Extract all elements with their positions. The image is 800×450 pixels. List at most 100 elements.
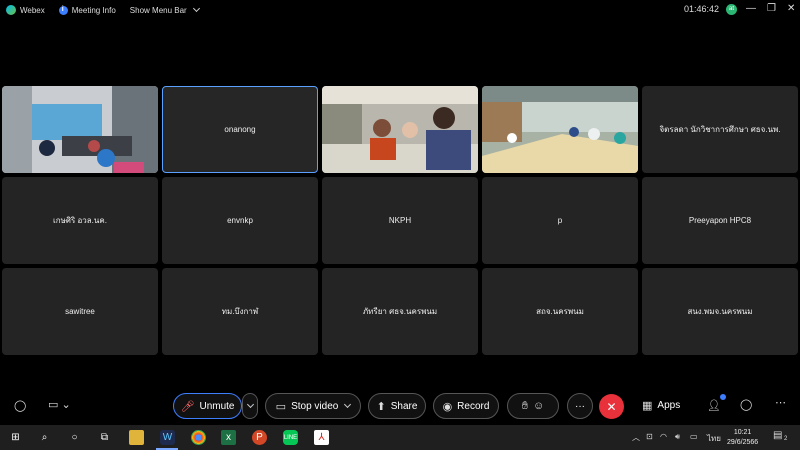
stop-video-label: Stop video <box>291 400 339 412</box>
chrome-icon[interactable] <box>191 430 206 445</box>
close-icon: ✕ <box>606 399 617 414</box>
participant-tile-nkph[interactable]: NKPH <box>322 177 478 264</box>
apps-grid-icon: ▦ <box>642 400 653 412</box>
chevron-down-icon <box>344 400 352 409</box>
line-icon[interactable]: LINE <box>283 430 298 445</box>
participant-name: ภัทรียา ศธจ.นครพนม <box>362 307 438 316</box>
notification-count: 2 <box>784 436 788 442</box>
webex-app-title: Webex <box>6 5 45 15</box>
participant-tile-video-2[interactable] <box>322 86 478 173</box>
system-clock[interactable]: 10:21 29/6/2566 <box>727 428 758 448</box>
excel-icon[interactable]: x <box>221 430 236 445</box>
participant-tile-ketsiri[interactable]: เกษศิริ อวล.นค. <box>2 177 158 264</box>
participant-video-feed <box>2 86 158 173</box>
pdf-reader-icon[interactable]: ⅄ <box>314 430 329 445</box>
microphone-muted-icon: 🎤︎ <box>180 400 195 413</box>
tray-chevron-up-icon[interactable]: ︿ <box>632 432 640 443</box>
share-icon: ⬆ <box>376 400 386 413</box>
participant-name: Preeyapon HPC8 <box>688 216 752 225</box>
volume-icon[interactable]: 🔊︎ <box>675 432 680 442</box>
more-options-button[interactable]: ··· <box>567 393 593 419</box>
powerpoint-icon[interactable]: P <box>252 430 267 445</box>
participant-name: สนง.พมจ.นครพนม <box>687 307 753 316</box>
notifications-icon[interactable]: ▤ <box>773 430 782 441</box>
participant-tile-sawitree[interactable]: sawitree <box>2 268 158 355</box>
file-explorer-icon[interactable] <box>129 430 144 445</box>
participants-notification-dot <box>720 394 726 400</box>
meeting-info-label: Meeting Info <box>71 5 116 15</box>
chat-options-icon[interactable]: ▭ ⌄ <box>48 398 71 411</box>
chevron-down-icon <box>192 4 200 13</box>
chat-icon[interactable]: ◯ <box>740 398 752 411</box>
participant-tile-video-3[interactable] <box>482 86 638 173</box>
cortana-icon[interactable]: ○ <box>67 430 82 445</box>
user-status-avatar[interactable]: at <box>726 4 737 15</box>
participant-name: envnkp <box>227 216 253 225</box>
display-icon[interactable]: ⊡ <box>646 432 653 441</box>
meeting-timer: 01:46:42 <box>684 4 720 14</box>
participant-tile-video-1[interactable] <box>2 86 158 173</box>
participant-name: sawitree <box>65 307 95 316</box>
record-label: Record <box>457 400 490 412</box>
share-label: Share <box>390 400 418 412</box>
participants-icon[interactable]: 👤︎ <box>707 399 721 412</box>
meeting-info-button[interactable]: Meeting Info <box>58 5 116 15</box>
participant-tile-jitlada[interactable]: จิตรลดา นักวิชาการศึกษา ศธจ.นพ. <box>642 86 798 173</box>
participant-name: p <box>557 216 563 225</box>
share-button[interactable]: ⬆ Share <box>368 393 426 419</box>
participant-tile-pattariya[interactable]: ภัทรียา ศธจ.นครพนม <box>322 268 478 355</box>
windows-taskbar: ⊞ ⌕ ○ ⧉ W x P LINE ⅄ ︿ ⊡ ◠ 🔊︎ ▭ ไทย 10:2… <box>0 425 800 450</box>
webex-logo-icon <box>6 5 16 15</box>
clock-time: 10:21 <box>733 429 752 436</box>
meeting-controls-bar: ◯ ▭ ⌄ 🎤︎ Unmute ▭ Stop video ⬆ Share ◉ R… <box>0 390 800 422</box>
close-icon[interactable]: ✕ <box>787 3 795 14</box>
apps-button[interactable]: ▦ Apps <box>642 399 680 412</box>
unmute-button[interactable]: 🎤︎ Unmute <box>173 393 242 419</box>
participant-tile-sthj[interactable]: สถจ.นครพนม <box>482 268 638 355</box>
participant-tile-bueng-kan[interactable]: ทม.บึงกาฬ <box>162 268 318 355</box>
maximize-icon[interactable]: ❐ <box>767 3 776 14</box>
reactions-icon[interactable]: ◯ <box>14 399 26 412</box>
participant-name: onanong <box>224 125 256 134</box>
webex-taskbar-icon[interactable]: W <box>160 430 175 445</box>
participant-tile-onanong[interactable]: onanong <box>162 86 318 173</box>
hand-reactions-group[interactable]: ✋︎ ☺ <box>507 393 559 419</box>
video-camera-icon: ▭ <box>275 400 287 413</box>
search-icon[interactable]: ⌕ <box>37 430 52 445</box>
chevron-down-icon <box>246 400 254 409</box>
show-menu-bar-label: Show Menu Bar <box>129 5 187 15</box>
end-meeting-button[interactable]: ✕ <box>599 394 624 419</box>
unmute-label: Unmute <box>199 400 235 412</box>
participant-name: NKPH <box>388 216 412 225</box>
clock-date: 29/6/2566 <box>727 439 759 446</box>
participant-video-feed <box>482 86 638 173</box>
participant-name: เกษศิริ อวล.นค. <box>53 216 107 225</box>
minimize-icon[interactable]: — <box>746 3 756 14</box>
task-view-icon[interactable]: ⧉ <box>97 430 112 445</box>
more-options-icon: ··· <box>575 400 585 412</box>
participant-tile-preeyapon[interactable]: Preeyapon HPC8 <box>642 177 798 264</box>
app-name: Webex <box>20 5 45 15</box>
participant-tile-envnkp[interactable]: envnkp <box>162 177 318 264</box>
more-panels-icon[interactable]: ⋯ <box>775 396 786 409</box>
raise-hand-icon[interactable]: ✋︎ <box>522 400 528 413</box>
participant-tile-phmj[interactable]: สนง.พมจ.นครพนม <box>642 268 798 355</box>
wifi-icon[interactable]: ◠ <box>660 432 667 441</box>
info-icon <box>58 5 68 15</box>
title-bar: Webex Meeting Info Show Menu Bar <box>0 0 800 20</box>
participant-tile-p[interactable]: p <box>482 177 638 264</box>
record-button[interactable]: ◉ Record <box>433 393 499 419</box>
windows-start-icon[interactable]: ⊞ <box>8 430 23 445</box>
reaction-smile-icon[interactable]: ☺ <box>533 400 544 412</box>
input-language[interactable]: ไทย <box>707 432 721 445</box>
battery-icon: ▭ <box>690 432 698 441</box>
participant-video-feed <box>322 86 478 173</box>
participant-name: สถจ.นครพนม <box>536 307 584 316</box>
show-menu-bar-button[interactable]: Show Menu Bar <box>129 4 200 15</box>
participant-name: ทม.บึงกาฬ <box>221 307 259 316</box>
stop-video-button[interactable]: ▭ Stop video <box>265 393 361 419</box>
apps-label: Apps <box>657 400 681 411</box>
participant-name: จิตรลดา นักวิชาการศึกษา ศธจ.นพ. <box>659 125 781 134</box>
audio-options-button[interactable] <box>242 393 258 419</box>
record-icon: ◉ <box>442 400 453 413</box>
